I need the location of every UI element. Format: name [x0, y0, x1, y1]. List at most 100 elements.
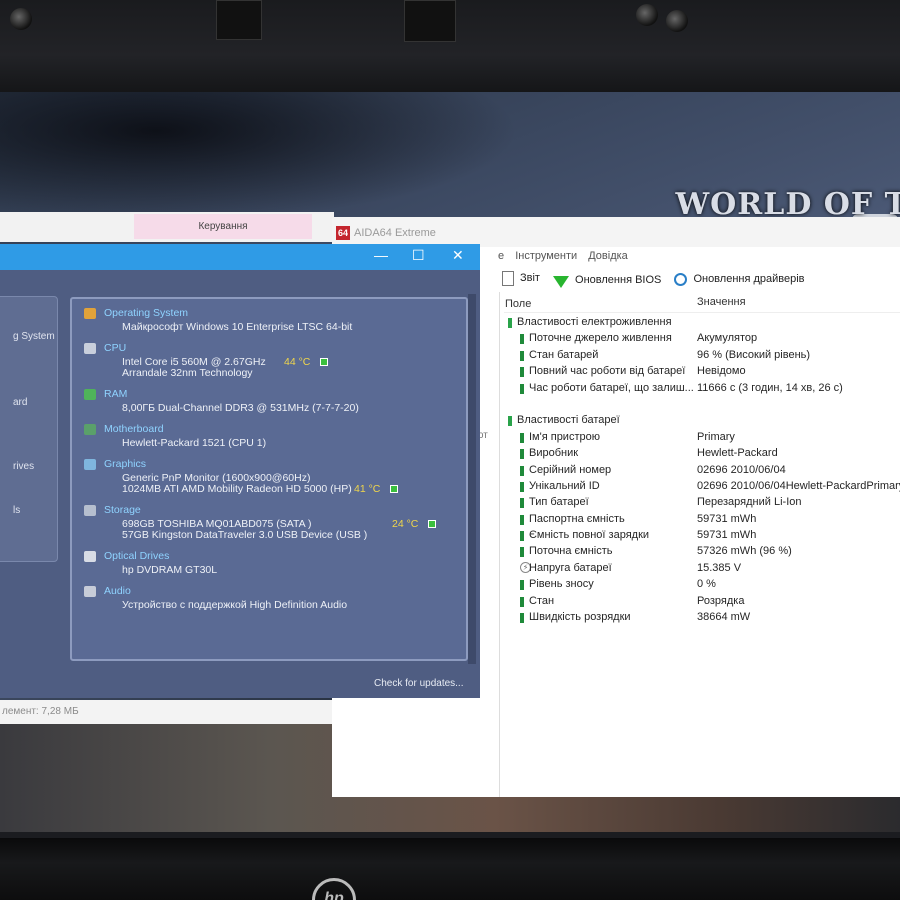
- hinge-left: [216, 0, 262, 40]
- property-row[interactable]: Стан Розрядка: [504, 594, 900, 610]
- summary-panel: Operating System Майкрософт Windows 10 En…: [70, 297, 468, 661]
- property-field: Паспортна ємність: [529, 512, 625, 525]
- category-icon: [84, 343, 96, 354]
- summary-window: — ☐ ✕ g System ard rives ls Operating Sy…: [0, 244, 480, 698]
- property-field: Тип батареї: [529, 496, 589, 509]
- nav-item-tools[interactable]: ls: [13, 505, 61, 516]
- property-row: [504, 397, 900, 413]
- battery-icon: [520, 531, 524, 542]
- category-title[interactable]: Audio: [104, 585, 131, 597]
- property-value: 02696 2010/06/04: [697, 463, 786, 476]
- menu-item-tools[interactable]: Інструменти: [515, 250, 577, 262]
- webcam-lens: [666, 10, 688, 32]
- column-header-field[interactable]: Поле: [505, 298, 531, 310]
- battery-icon: [520, 498, 524, 509]
- property-value: 15.385 V: [697, 561, 742, 574]
- battery-icon: [520, 383, 524, 394]
- summary-titlebar[interactable]: — ☐ ✕: [0, 244, 480, 270]
- driver-update-button[interactable]: Оновлення драйверів: [674, 267, 805, 291]
- status-indicator-icon: [320, 358, 328, 366]
- battery-icon: [508, 318, 512, 328]
- hinge-center: [404, 0, 456, 42]
- property-group-row[interactable]: Властивості батареї: [504, 413, 900, 429]
- category-title[interactable]: Motherboard: [104, 423, 164, 435]
- property-row[interactable]: Стан батарей 96 % (Високий рівень): [504, 348, 900, 364]
- property-row[interactable]: Серійний номер 02696 2010/06/04: [504, 463, 900, 479]
- property-row[interactable]: Ім'я пристрою Primary: [504, 430, 900, 446]
- property-field: Стан батарей: [529, 348, 599, 361]
- battery-icon: [520, 481, 524, 492]
- battery-icon: [520, 432, 524, 443]
- property-value: 96 % (Високий рівень): [697, 348, 811, 361]
- category-icon: [84, 586, 96, 597]
- property-row[interactable]: Повний час роботи від батареї Невідомо: [504, 364, 900, 380]
- laptop-bezel-bottom: [0, 838, 900, 900]
- summary-scrollbar[interactable]: [468, 294, 476, 664]
- report-icon: [502, 270, 514, 286]
- battery-icon: [520, 547, 524, 558]
- category-detail: Arrandale 32nm Technology: [122, 367, 253, 379]
- property-row[interactable]: Паспортна ємність 59731 mWh: [504, 512, 900, 528]
- category-detail: Майкрософт Windows 10 Enterprise LTSC 64…: [122, 321, 353, 333]
- category-title[interactable]: Storage: [104, 504, 141, 516]
- report-label: Звіт: [520, 272, 540, 284]
- menu-item-view[interactable]: е: [498, 250, 504, 262]
- category-title[interactable]: RAM: [104, 388, 127, 400]
- category-icon: [84, 389, 96, 400]
- category-title[interactable]: Operating System: [104, 307, 188, 319]
- battery-icon: [520, 580, 524, 591]
- property-row[interactable]: Унікальний ID 02696 2010/06/04Hewlett-Pac…: [504, 479, 900, 495]
- property-row[interactable]: Рівень зносу 0 %: [504, 577, 900, 593]
- property-value: Розрядка: [697, 594, 745, 607]
- category-title[interactable]: CPU: [104, 342, 126, 354]
- laptop-bezel-top: [0, 0, 900, 92]
- property-row[interactable]: Тип батареї Перезарядний Li-Ion: [504, 495, 900, 511]
- property-field: Серійний номер: [529, 463, 612, 476]
- summary-nav-panel: g System ard rives ls: [0, 296, 58, 562]
- webcam-right: [636, 4, 658, 26]
- aida64-titlebar[interactable]: 64 AIDA64 Extreme: [332, 217, 900, 247]
- bios-update-button[interactable]: Оновлення BIOS: [553, 268, 661, 292]
- category-title[interactable]: Graphics: [104, 458, 146, 470]
- property-row[interactable]: Ємність повної зарядки 59731 mWh: [504, 528, 900, 544]
- temperature-readout: 41 °C: [354, 483, 381, 495]
- nav-item-os[interactable]: g System: [13, 331, 61, 342]
- battery-icon: [520, 449, 524, 460]
- property-field: Повний час роботи від батареї: [529, 365, 686, 378]
- property-row[interactable]: Виробник Hewlett-Packard: [504, 446, 900, 462]
- property-row[interactable]: ⚡ Напруга батареї 15.385 V: [504, 561, 900, 577]
- status-indicator-icon: [390, 485, 398, 493]
- property-value: 02696 2010/06/04Hewlett-PackardPrimary: [697, 479, 900, 492]
- property-value: Перезарядний Li-Ion: [697, 496, 802, 509]
- column-header-value[interactable]: Значення: [697, 296, 746, 308]
- nav-item-drives[interactable]: rives: [13, 461, 61, 472]
- property-field: Виробник: [529, 447, 579, 460]
- aida64-logo-icon: 64: [336, 226, 350, 240]
- property-value: 57326 mWh (96 %): [697, 545, 792, 558]
- property-row[interactable]: Швидкість розрядки 38664 mW: [504, 610, 900, 626]
- property-value: Акумулятор: [697, 332, 758, 345]
- driver-update-label: Оновлення драйверів: [693, 273, 805, 285]
- category-icon: [84, 505, 96, 516]
- battery-icon: [508, 416, 512, 427]
- nav-item-motherboard[interactable]: ard: [13, 397, 61, 408]
- status-indicator-icon: [428, 520, 436, 528]
- search-icon: [674, 272, 688, 286]
- maximize-button[interactable]: ☐: [412, 247, 425, 264]
- category-title[interactable]: Optical Drives: [104, 550, 169, 562]
- minimize-button[interactable]: —: [374, 247, 388, 263]
- check-updates-link[interactable]: Check for updates...: [374, 678, 464, 689]
- category-detail: Устройство с поддержкой High Definition …: [122, 599, 348, 611]
- bios-update-label: Оновлення BIOS: [575, 273, 662, 286]
- explorer-tab-manage[interactable]: Керування: [134, 214, 312, 239]
- property-row[interactable]: Час роботи батареї, що залиш... 11666 с (…: [504, 381, 900, 397]
- report-button[interactable]: Звіт: [502, 266, 540, 290]
- property-row[interactable]: Поточне джерело живлення Акумулятор: [504, 331, 900, 347]
- property-field: Ємність повної зарядки: [529, 529, 650, 542]
- category-icon: [84, 551, 96, 562]
- property-group-row[interactable]: Властивості електроживлення: [504, 315, 900, 331]
- close-button[interactable]: ✕: [452, 247, 464, 264]
- menu-item-help[interactable]: Довідка: [588, 250, 628, 262]
- property-row[interactable]: Поточна ємність 57326 mWh (96 %): [504, 544, 900, 560]
- property-field: Поточне джерело живлення: [529, 332, 672, 345]
